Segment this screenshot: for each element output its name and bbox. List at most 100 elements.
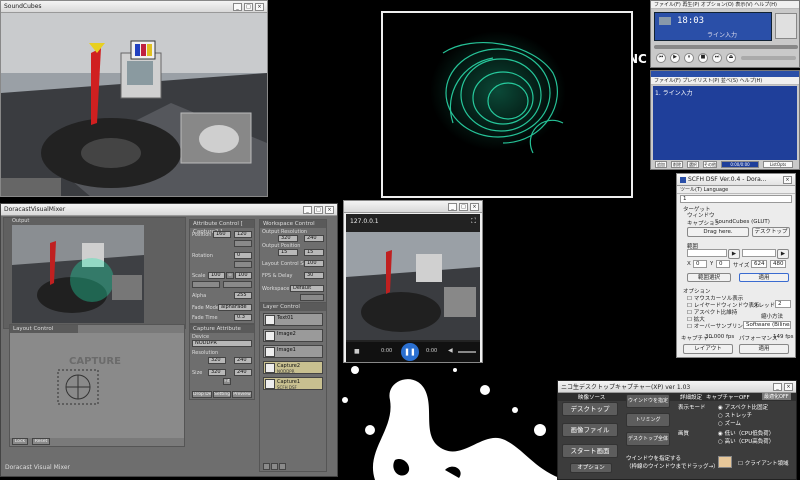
maximize-icon[interactable]: □ (459, 202, 468, 211)
nico-titlebar[interactable]: ニコ生デスクトップキャプチャー(XP) ver 1.03 _ × (558, 381, 796, 393)
eject-icon[interactable]: ⏏ (726, 53, 736, 63)
nico-mode-zoom[interactable]: ○ ズーム (718, 419, 741, 427)
nico-quality-low[interactable]: ◉ 低い（CPU低負荷） (718, 429, 774, 437)
stop-icon[interactable]: ■ (354, 348, 360, 355)
player-titlebar[interactable]: _ □ × (344, 201, 482, 213)
mixer-window[interactable]: DoracastVisualMixer _ □ × Output Layout … (0, 203, 338, 477)
close-icon[interactable]: × (325, 205, 334, 214)
capture-preview-button[interactable]: Preview (232, 391, 252, 398)
mixer-lock-button[interactable]: Lock (12, 438, 28, 445)
attr-scale-btn-1[interactable] (192, 281, 220, 288)
nico-trimming-button[interactable]: トリミング (626, 413, 670, 427)
volume-icon[interactable]: ◀ (448, 347, 453, 354)
attr-rotation-field[interactable]: 0 (234, 252, 252, 259)
next-icon[interactable]: ⏭ (712, 53, 722, 63)
playlist-menu-playlist[interactable]: プレイリスト(P) (682, 78, 719, 84)
nico-whole-desktop-button[interactable]: デスクトップ全体 (626, 432, 670, 446)
nico-mode-stretch[interactable]: ○ ストレッチ (718, 411, 752, 419)
attr-center-button[interactable] (234, 240, 252, 247)
scfh-area-select-2[interactable] (742, 249, 776, 257)
scfh-menu-tools[interactable]: ツール(T) (680, 187, 702, 193)
nico-specify-window-button[interactable]: ウインドウを指定 (626, 394, 670, 408)
nico-option-button[interactable]: オプション (570, 463, 612, 473)
layer-add-button[interactable] (263, 463, 270, 470)
fullscreen-icon[interactable]: ⛶ (471, 217, 476, 226)
soundcubes-window[interactable]: SoundCubes _ □ × (0, 0, 268, 197)
scfh-index-select[interactable]: 1 (680, 195, 792, 203)
scfh-thread-select[interactable]: 2 (775, 300, 791, 308)
ws-layout-scale-field[interactable]: 100 (304, 260, 324, 267)
minimize-icon[interactable]: _ (303, 205, 312, 214)
nico-advanced-menu[interactable]: 詳細設定 (680, 393, 702, 401)
player-window[interactable]: _ □ × 127.0.0.1 ⛶ ■ 0:00 ❚❚ 0:00 ◀ (343, 200, 483, 363)
attr-rotation-reset[interactable] (234, 261, 252, 268)
close-icon[interactable]: × (470, 202, 479, 211)
scfh-desktop-button[interactable]: デスクトップ (752, 227, 790, 237)
scfh-area-apply-2[interactable]: ▶ (777, 249, 789, 259)
attr-fade-mode-select[interactable]: alphaFade (218, 304, 252, 311)
nico-mode-aspect[interactable]: ◉ アスペクト比固定 (718, 403, 768, 411)
crosshair-drag-icon[interactable] (718, 456, 732, 468)
play-icon[interactable]: ▶ (670, 53, 680, 63)
pause-icon[interactable]: ⏸ (684, 53, 694, 63)
capture-fit-button[interactable]: Fit (223, 378, 231, 385)
ws-workspace-btn[interactable] (300, 294, 324, 301)
scfh-apply2-button[interactable]: 適用 (739, 344, 789, 354)
winamp-menu-file[interactable]: ファイル(F) (654, 2, 681, 8)
layer-item[interactable]: Capture2 NODDPR (263, 361, 323, 374)
attr-pos-x[interactable]: 160 (213, 231, 231, 238)
scfh-width-field[interactable]: 624 (751, 260, 767, 268)
ws-out-res-w[interactable]: 320 (278, 235, 298, 242)
close-icon[interactable]: × (784, 382, 793, 391)
capture-device-select[interactable]: NODDPR (192, 340, 252, 347)
layer-up-button[interactable] (279, 463, 286, 470)
ws-fps-field[interactable]: 30 (304, 272, 324, 279)
minimize-icon[interactable]: _ (448, 202, 457, 211)
scfh-height-field[interactable]: 480 (770, 260, 786, 268)
nico-client-area[interactable]: ☐ クライアント領域 (738, 459, 788, 467)
playlist-menu-sort[interactable]: 並べ(S) (721, 78, 738, 84)
winamp-volume-slider[interactable] (741, 56, 796, 60)
playlist-listopts-button[interactable]: ListOpts (763, 161, 793, 168)
mixer-layout-panel[interactable]: Layout Control CAPTURE Lock Reset (9, 324, 185, 447)
playlist-misc-button[interactable]: その他 (703, 161, 717, 168)
scfh-apply-button[interactable]: 適用 (739, 273, 789, 282)
playlist-item[interactable]: 1. ライン入力 (655, 88, 795, 97)
scfh-drag-here[interactable]: Drag here. (687, 227, 749, 237)
ws-out-pos-x[interactable]: 15 (278, 249, 298, 256)
capture-size-w[interactable]: 320 (208, 369, 226, 376)
playlist-list[interactable]: 1. ライン入力 (653, 86, 797, 160)
nico-source-menu[interactable]: 映像ソース (578, 393, 605, 401)
layer-item[interactable]: Image1 (263, 345, 323, 358)
pause-icon[interactable]: ❚❚ (401, 343, 419, 361)
playlist-remove-button[interactable]: 削除 (671, 161, 683, 168)
nico-window[interactable]: ニコ生デスクトップキャプチャー(XP) ver 1.03 _ × 映像ソース 詳… (557, 380, 797, 480)
prev-icon[interactable]: ⏮ (656, 53, 666, 63)
scfh-select-area-button[interactable]: 範囲選択 (687, 273, 731, 282)
attr-alpha-field[interactable]: 255 (234, 292, 252, 299)
scfh-shrink-select[interactable]: Software (Bilinear) (743, 321, 791, 329)
ws-out-pos-y[interactable]: 15 (304, 249, 324, 256)
nico-quality-high[interactable]: ○ 高い（CPU高負荷） (718, 437, 774, 445)
winamp-menu-options[interactable]: オプション(O) (701, 2, 734, 8)
attr-fade-time-field[interactable]: 0.3 (234, 314, 252, 321)
nico-image-file-button[interactable]: 画像ファイル (562, 423, 618, 437)
mixer-titlebar[interactable]: DoracastVisualMixer _ □ × (1, 204, 337, 216)
playlist-menu-file[interactable]: ファイル(F) (654, 78, 681, 84)
scfh-opt-oversample[interactable]: ☐ オーバーサンプリング (687, 322, 748, 330)
mixer-reset-button[interactable]: Reset (32, 438, 50, 445)
scfh-y-field[interactable]: 0 (716, 260, 730, 268)
soundcubes-titlebar[interactable]: SoundCubes _ □ × (1, 1, 267, 13)
maximize-icon[interactable]: □ (314, 205, 323, 214)
winamp-menu-help[interactable]: ヘルプ(H) (754, 2, 777, 8)
attr-scale-w[interactable]: 100 (208, 272, 225, 279)
winamp-playlist-window[interactable]: ファイル(F) プレイリスト(P) 並べ(S) ヘルプ(H) 1. ライン入力 … (650, 70, 800, 170)
minimize-icon[interactable]: _ (233, 2, 242, 11)
layer-item[interactable]: Image2 (263, 329, 323, 342)
scfh-menu-language[interactable]: Language (704, 187, 729, 193)
winamp-seek-bar[interactable] (654, 45, 798, 49)
scfh-layout-button[interactable]: レイアウト (683, 344, 733, 354)
link-icon[interactable]: ∞ (226, 272, 234, 279)
playlist-add-button[interactable]: 追加 (655, 161, 667, 168)
playlist-menu-help[interactable]: ヘルプ(H) (740, 78, 763, 84)
